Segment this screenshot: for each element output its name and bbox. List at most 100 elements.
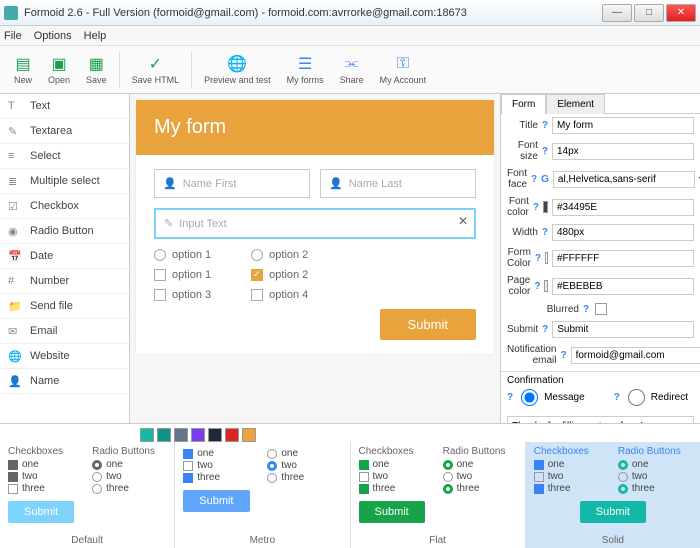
name-last-field[interactable]: 👤Name Last [320,169,476,198]
myforms-button[interactable]: ☰My forms [279,53,332,87]
preview-button[interactable]: 🌐Preview and test [196,53,279,87]
theme-metro-submit[interactable]: Submit [183,490,249,512]
prop-fontsize-input[interactable] [552,143,694,160]
confirmation-message-box[interactable]: Thanks for filling out my form! [507,416,694,423]
app-icon [4,6,18,20]
checkbox-option-2[interactable]: option 2 [251,269,308,281]
website-icon: 🌐 [8,350,22,363]
pencil-icon: ✎ [164,217,173,230]
close-button[interactable]: ✕ [666,4,696,22]
sidebar-item-website[interactable]: 🌐Website [0,344,129,369]
user-icon: 👤 [163,177,177,190]
sidebar-item-number[interactable]: #Number [0,269,129,294]
tab-form[interactable]: Form [501,94,546,114]
check-icon: ✓ [146,55,164,73]
theme-default[interactable]: Checkboxes one two three Radio Buttons o… [0,442,175,548]
checkbox-option-1[interactable]: option 1 [154,269,211,281]
checkbox-option-3[interactable]: option 3 [154,289,211,301]
prop-formcolor-input[interactable] [552,250,694,267]
color-swatch[interactable] [208,428,222,442]
account-button[interactable]: ⚿My Account [372,53,435,87]
radio button-icon: ◉ [8,225,22,238]
prop-blurred-checkbox[interactable] [595,303,607,315]
list-icon: ☰ [296,55,314,73]
color-swatch[interactable] [191,428,205,442]
theme-flat[interactable]: Checkboxes one two three Radio Buttons o… [351,442,526,548]
email-icon: ✉ [8,325,22,338]
file-icon: ▤ [14,55,32,73]
fontcolor-swatch[interactable] [543,201,548,213]
prop-fontface-input[interactable] [553,171,695,188]
color-swatch[interactable] [157,428,171,442]
delete-field-button[interactable]: ✕ [458,214,468,228]
theme-solid-submit[interactable]: Submit [580,501,646,523]
share-icon: ⫘ [343,55,361,73]
prop-pagecolor-input[interactable] [552,278,694,295]
name-first-field[interactable]: 👤Name First [154,169,310,198]
number-icon: # [8,275,22,287]
sidebar-item-email[interactable]: ✉Email [0,319,129,344]
sidebar-item-text[interactable]: TText [0,94,129,119]
prop-submit-input[interactable] [552,321,694,338]
sidebar-item-date[interactable]: 📅Date [0,244,129,269]
multiple select-icon: ≣ [8,175,22,188]
pagecolor-swatch[interactable] [544,280,548,292]
prop-fontcolor-input[interactable] [552,199,694,216]
menubar: File Options Help [0,26,700,46]
sidebar-item-send-file[interactable]: 📁Send file [0,294,129,319]
sidebar-item-textarea[interactable]: ✎Textarea [0,119,129,144]
menu-file[interactable]: File [4,30,22,42]
theme-default-submit[interactable]: Submit [8,501,74,523]
color-palette [0,424,700,442]
date-icon: 📅 [8,250,22,263]
form-submit-button[interactable]: Submit [380,309,476,340]
checkbox-icon: ☑ [8,200,22,213]
folder-icon: ▣ [50,55,68,73]
sidebar-item-select[interactable]: ≡Select [0,144,129,169]
input-text-field[interactable]: ✎Input Text✕ [154,208,476,239]
minimize-button[interactable]: — [602,4,632,22]
menu-options[interactable]: Options [34,30,72,42]
radio-option-1[interactable]: option 1 [154,249,211,261]
theme-metro[interactable]: one two three one two three Submit Metro [175,442,350,548]
color-swatch[interactable] [174,428,188,442]
theme-flat-submit[interactable]: Submit [359,501,425,523]
prop-title-input[interactable] [552,117,694,134]
send file-icon: 📁 [8,300,22,313]
save-html-button[interactable]: ✓Save HTML [124,53,188,87]
radio-option-2[interactable]: option 2 [251,249,308,261]
sidebar-item-checkbox[interactable]: ☑Checkbox [0,194,129,219]
save-icon: ▦ [87,55,105,73]
textarea-icon: ✎ [8,125,22,138]
select-icon: ≡ [8,150,22,162]
save-button[interactable]: ▦Save [78,53,115,87]
color-swatch[interactable] [242,428,256,442]
theme-solid[interactable]: Checkboxes one two three Radio Buttons o… [526,442,700,548]
element-sidebar: TText✎Textarea≡Select≣Multiple select☑Ch… [0,94,130,423]
tab-element[interactable]: Element [546,94,605,114]
theme-previews: Checkboxes one two three Radio Buttons o… [0,442,700,548]
sidebar-item-name[interactable]: 👤Name [0,369,129,394]
open-button[interactable]: ▣Open [40,53,78,87]
prop-width-input[interactable] [552,224,694,241]
sidebar-item-multiple-select[interactable]: ≣Multiple select [0,169,129,194]
share-button[interactable]: ⫘Share [332,53,372,87]
sidebar-item-radio-button[interactable]: ◉Radio Button [0,219,129,244]
maximize-button[interactable]: □ [634,4,664,22]
color-swatch[interactable] [140,428,154,442]
prop-email-input[interactable] [571,347,700,364]
confirm-message-radio[interactable] [519,389,540,406]
properties-panel: Form Element Title? Font size? Font face… [500,94,700,423]
globe-icon: 🌐 [228,55,246,73]
formcolor-swatch[interactable] [545,252,548,264]
checkbox-option-4[interactable]: option 4 [251,289,308,301]
menu-help[interactable]: Help [84,30,107,42]
toolbar: ▤New ▣Open ▦Save ✓Save HTML 🌐Preview and… [0,46,700,94]
key-icon: ⚿ [394,55,412,73]
text-icon: T [8,100,22,112]
color-swatch[interactable] [225,428,239,442]
new-button[interactable]: ▤New [6,53,40,87]
name-icon: 👤 [8,375,22,388]
form-title[interactable]: My form [136,100,494,155]
confirm-redirect-radio[interactable] [626,389,647,406]
